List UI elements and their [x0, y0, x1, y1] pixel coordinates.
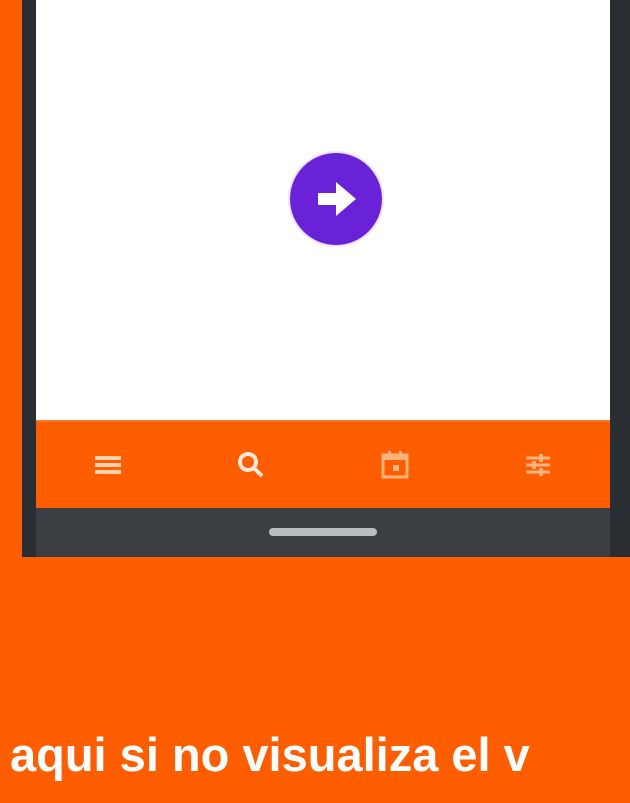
calendar-icon — [381, 451, 409, 479]
phone-frame — [22, 0, 630, 557]
nav-item-calendar[interactable] — [375, 445, 415, 485]
system-navigation-bar — [36, 508, 610, 557]
caption-text: aqui si no visualiza el v — [10, 728, 530, 781]
bottom-navigation — [36, 420, 610, 508]
app-screen — [36, 0, 610, 420]
nav-item-search[interactable] — [231, 445, 271, 485]
filter-sliders-icon — [526, 454, 551, 476]
nav-item-menu[interactable] — [88, 445, 128, 485]
home-indicator[interactable] — [269, 528, 377, 536]
nav-item-filters[interactable] — [518, 445, 558, 485]
next-arrow-button[interactable] — [290, 153, 382, 245]
search-icon — [238, 452, 264, 478]
menu-icon — [94, 456, 121, 474]
arrow-right-icon — [318, 182, 356, 216]
